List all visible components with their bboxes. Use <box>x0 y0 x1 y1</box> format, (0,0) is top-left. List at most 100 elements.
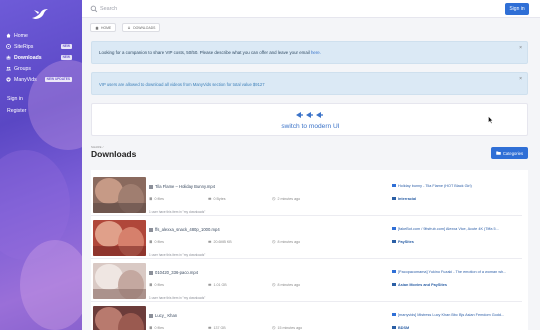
sidebar-item-groups[interactable]: Groups <box>0 63 82 74</box>
users-icon <box>6 66 11 71</box>
disc-icon <box>6 44 11 49</box>
topic-icon <box>392 313 396 316</box>
forum-topic-link[interactable]: [Pacopacomama] Yukino Fuzaki - The emoti… <box>392 270 522 274</box>
category-text: Asian Movies and PaySites <box>398 283 447 287</box>
folder-icon <box>392 240 396 243</box>
file-size-text: 137 GB <box>213 326 226 330</box>
category-link[interactable]: BDSM <box>392 326 409 330</box>
close-icon[interactable]: × <box>519 76 522 82</box>
files-icon <box>149 283 152 287</box>
category-text: BDSM <box>398 326 410 330</box>
forum-topic-link[interactable]: [fakeBot.com / 9ltsfrub.com] Alexxa Vice… <box>392 227 522 231</box>
disk-icon <box>208 326 212 329</box>
file-size: 0 Bytes <box>208 197 226 201</box>
download-row[interactable]: Lucy_ Khan 0 files 137 GB 15 minutes ago… <box>91 304 522 330</box>
notice-text: Looking for a companion to share VIP cos… <box>99 50 321 55</box>
file-count: 0 files <box>149 326 164 330</box>
forum-topic-text: Holiday bunny - Tila Flame (HOT Black Gi… <box>398 184 472 188</box>
top-bar: Sign in <box>82 0 540 18</box>
sidebar-item-label: SiteRips <box>14 43 34 50</box>
category-text: Interracial <box>398 197 417 201</box>
sidebar-item-siterips[interactable]: SiteRips NEW <box>0 41 82 52</box>
download-row[interactable]: Tila Flame – Holiday Bunny.mp4 0 files 0… <box>91 175 522 216</box>
video-thumbnail[interactable] <box>93 263 146 299</box>
sidebar-signin-link[interactable]: Sign in <box>0 93 82 105</box>
sidebar-item-downloads[interactable]: Downloads NEW <box>0 52 82 63</box>
file-name[interactable]: 010420_336-paco.mp4 <box>149 270 198 275</box>
file-count: 0 files <box>149 197 164 201</box>
sidebar: Home SiteRips NEW Downloads NEW Groups M… <box>0 0 82 330</box>
upload-time: 8 minutes ago <box>272 240 300 244</box>
category-link[interactable]: Asian Movies and PaySites <box>392 283 447 287</box>
file-icon <box>149 313 153 318</box>
bird-logo-icon[interactable] <box>30 7 50 21</box>
sidebar-item-manyvids[interactable]: ManyVids NEW UPDATES <box>0 74 82 85</box>
download-row[interactable]: ffs_alexxa_snack_480p_1000.mp4 0 files 2… <box>91 218 522 259</box>
topic-icon <box>392 227 396 230</box>
video-thumbnail[interactable] <box>93 220 146 256</box>
notice-text: VIP users are allowed to download all vi… <box>99 82 265 87</box>
download-icon <box>128 25 131 29</box>
disk-icon <box>208 197 212 200</box>
file-name[interactable]: Tila Flame – Holiday Bunny.mp4 <box>149 184 215 189</box>
breadcrumb-downloads[interactable]: DOWNLOADS <box>122 23 161 32</box>
sidebar-item-label: Groups <box>14 65 32 72</box>
owned-by-text: 1 user have this item in "my downloads" <box>149 253 206 257</box>
sidebar-item-label: Home <box>14 32 28 39</box>
clock-icon <box>272 240 276 244</box>
notice-link[interactable]: here. <box>311 50 321 55</box>
category-link[interactable]: PaySites <box>392 240 414 244</box>
vip-notice: VIP users are allowed to download all vi… <box>91 72 528 95</box>
close-icon[interactable]: × <box>519 45 522 51</box>
forum-topic-text: [fakeBot.com / 9ltsfrub.com] Alexxa Vice… <box>398 227 499 231</box>
notice-message: Looking for a companion to share VIP cos… <box>99 50 311 55</box>
home-icon <box>6 33 11 38</box>
topic-icon <box>392 270 396 273</box>
file-size: 137 GB <box>208 326 226 330</box>
home-icon <box>95 25 99 30</box>
file-name-text: Lucy_ Khan <box>155 313 178 318</box>
sign-in-button[interactable]: Sign in <box>505 3 529 15</box>
file-count-text: 0 files <box>154 283 164 287</box>
fast-forward-icon <box>296 112 323 118</box>
folder-icon <box>392 197 396 200</box>
sidebar-register-link[interactable]: Register <box>0 105 82 117</box>
switch-ui-link[interactable]: switch to modern UI <box>92 123 529 130</box>
file-icon <box>149 184 153 189</box>
breadcrumb: HOME DOWNLOADS <box>90 23 161 32</box>
breadcrumb-home[interactable]: HOME <box>90 23 117 32</box>
video-thumbnail[interactable] <box>93 306 146 330</box>
switch-ui-panel[interactable]: switch to modern UI <box>91 103 528 136</box>
search-input[interactable] <box>100 3 250 15</box>
file-name-text: ffs_alexxa_snack_480p_1000.mp4 <box>155 227 220 232</box>
file-name[interactable]: Lucy_ Khan <box>149 313 177 318</box>
mouse-cursor-icon <box>488 116 493 124</box>
upload-time-text: 8 minutes ago <box>277 283 301 287</box>
downloads-list: Tila Flame – Holiday Bunny.mp4 0 files 0… <box>91 170 528 330</box>
topic-icon <box>392 184 396 187</box>
download-row[interactable]: 010420_336-paco.mp4 0 files 1.01 GB 8 mi… <box>91 261 522 302</box>
owned-by-text: 1 user have this item in "my downloads" <box>149 296 206 300</box>
upload-time: 15 minutes ago <box>272 326 302 330</box>
upload-time-text: 8 minutes ago <box>277 240 301 244</box>
file-count-text: 0 files <box>154 197 164 201</box>
category-link[interactable]: Interracial <box>392 197 416 201</box>
sidebar-item-home[interactable]: Home <box>0 30 82 41</box>
owned-by-text: 1 user have this item in "my downloads" <box>149 210 206 214</box>
categories-button[interactable]: Categories <box>491 147 528 159</box>
forum-topic-link[interactable]: Holiday bunny - Tila Flame (HOT Black Gi… <box>392 184 522 188</box>
folder-icon <box>392 283 396 286</box>
breadcrumb-label: DOWNLOADS <box>133 25 156 30</box>
forum-topic-link[interactable]: [manyvids] Mistress Lucy Khan Bbc Bjs As… <box>392 313 522 317</box>
new-badge: NEW <box>60 44 72 49</box>
upload-time: 2 minutes ago <box>272 197 300 201</box>
files-icon <box>149 197 152 201</box>
files-icon <box>149 326 152 330</box>
video-thumbnail[interactable] <box>93 177 146 213</box>
file-count: 0 files <box>149 240 164 244</box>
page-title: Downloads <box>91 149 137 159</box>
file-count-text: 0 files <box>154 240 164 244</box>
file-name[interactable]: ffs_alexxa_snack_480p_1000.mp4 <box>149 227 220 232</box>
file-name-text: Tila Flame – Holiday Bunny.mp4 <box>155 184 216 189</box>
